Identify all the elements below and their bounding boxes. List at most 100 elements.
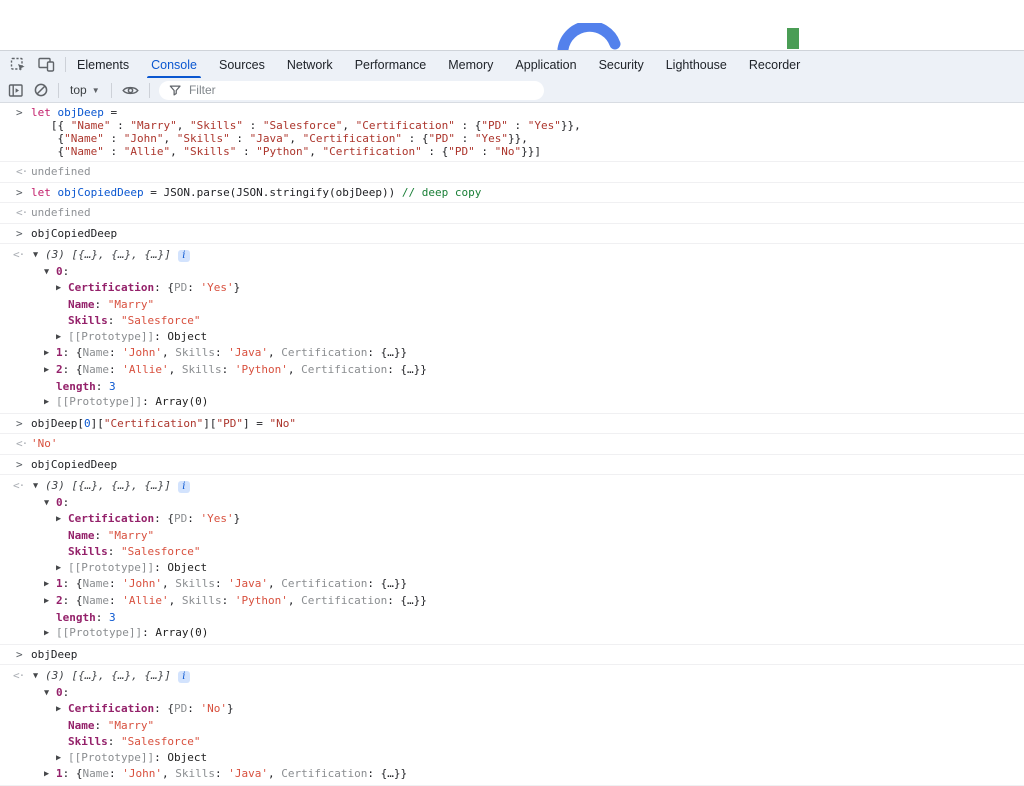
token-istr: "Name" xyxy=(71,119,111,132)
twisty-expanded-icon[interactable]: ▼ xyxy=(33,669,45,685)
token-istr: "Python" xyxy=(256,145,309,158)
twisty-collapsed-icon[interactable]: ▶ xyxy=(44,395,56,411)
token-ostr: 'Java' xyxy=(228,577,268,590)
tab-recorder[interactable]: Recorder xyxy=(738,51,811,78)
console-entry-input: >let objCopiedDeep = JSON.parse(JSON.str… xyxy=(0,183,1024,203)
create-live-expression-icon[interactable] xyxy=(121,83,140,98)
token-pln: [{ xyxy=(31,119,71,132)
token-istr: "No" xyxy=(495,145,522,158)
console-filter[interactable] xyxy=(159,81,544,100)
token-pln: } xyxy=(227,702,234,715)
token-pln: , xyxy=(342,119,355,132)
twisty-collapsed-icon[interactable]: ▶ xyxy=(56,281,68,297)
token-istr: "Certification" xyxy=(322,145,421,158)
info-icon[interactable]: i xyxy=(178,671,190,683)
twisty-collapsed-icon[interactable]: ▶ xyxy=(44,363,56,379)
tab-elements[interactable]: Elements xyxy=(66,51,140,78)
token-pln: : xyxy=(154,561,167,574)
twisty-collapsed-icon[interactable]: ▶ xyxy=(56,512,68,528)
token-pln: : xyxy=(96,611,109,624)
token-ostr: "Salesforce" xyxy=(121,314,200,327)
tab-application[interactable]: Application xyxy=(504,51,587,78)
token-pln: : xyxy=(63,686,76,699)
info-icon[interactable]: i xyxy=(178,250,190,262)
filter-input[interactable] xyxy=(187,82,534,98)
console-command: objCopiedDeep xyxy=(31,227,1024,240)
token-pln: : { xyxy=(63,363,83,376)
token-key: Skills xyxy=(68,314,108,327)
token-ostr: "Marry" xyxy=(108,298,154,311)
token-pln: : xyxy=(215,767,228,780)
code-line: objDeep xyxy=(31,648,1024,661)
clear-console-icon[interactable] xyxy=(33,82,49,98)
object-property-row: Name: "Marry" xyxy=(0,718,1024,734)
token-pln: : xyxy=(109,577,122,590)
token-pln: : xyxy=(111,119,131,132)
code-line: objCopiedDeep xyxy=(31,227,1024,240)
twisty-collapsed-icon[interactable]: ▶ xyxy=(44,346,56,362)
twisty-expanded-icon[interactable]: ▼ xyxy=(44,265,56,281)
tab-memory[interactable]: Memory xyxy=(437,51,504,78)
tab-console[interactable]: Console xyxy=(140,51,208,78)
token-ostr: "Marry" xyxy=(108,529,154,542)
javascript-context-selector[interactable]: top ▼ xyxy=(68,83,102,97)
info-icon[interactable]: i xyxy=(178,481,190,493)
console-command: objDeep[0]["Certification"]["PD"] = "No" xyxy=(31,417,1024,430)
token-kmu: Skills xyxy=(182,594,222,607)
token-ostr: 'No' xyxy=(31,437,58,450)
toggle-device-toolbar-icon[interactable] xyxy=(38,57,55,72)
console-sidebar-toggle-icon[interactable] xyxy=(8,83,24,98)
twisty-collapsed-icon[interactable]: ▶ xyxy=(44,577,56,593)
token-key: 1 xyxy=(56,767,63,780)
token-pln: : xyxy=(108,545,121,558)
twisty-collapsed-icon[interactable]: ▶ xyxy=(44,767,56,783)
token-ostr: 'Yes' xyxy=(200,512,233,525)
inspect-element-icon[interactable] xyxy=(10,57,26,73)
tab-network[interactable]: Network xyxy=(276,51,344,78)
token-ostr: 'No' xyxy=(200,702,227,715)
token-obj: Object xyxy=(167,330,207,343)
token-kw: let xyxy=(31,106,51,119)
object-property-row: ▶[[Prototype]]: Array(0) xyxy=(0,625,1024,642)
token-pln: : xyxy=(109,346,122,359)
token-kmu: Skills xyxy=(175,577,215,590)
twisty-collapsed-icon[interactable]: ▶ xyxy=(56,330,68,346)
twisty-expanded-icon[interactable]: ▼ xyxy=(33,248,45,264)
twisty-expanded-icon[interactable]: ▼ xyxy=(44,686,56,702)
twisty-collapsed-icon[interactable]: ▶ xyxy=(44,594,56,610)
token-pln: : xyxy=(187,702,200,715)
token-istr: "Yes" xyxy=(475,132,508,145)
twisty-collapsed-icon[interactable]: ▶ xyxy=(44,626,56,642)
token-istr: "John" xyxy=(124,132,164,145)
object-property-row: Name: "Marry" xyxy=(0,297,1024,313)
token-pln: : { xyxy=(154,281,174,294)
token-kmu: [[Prototype]] xyxy=(68,561,154,574)
tab-sources[interactable]: Sources xyxy=(208,51,276,78)
token-pln: : xyxy=(187,512,200,525)
tab-lighthouse[interactable]: Lighthouse xyxy=(655,51,738,78)
code-line: let objCopiedDeep = JSON.parse(JSON.stri… xyxy=(31,186,1024,199)
token-obj: Object xyxy=(167,751,207,764)
twisty-expanded-icon[interactable]: ▼ xyxy=(44,496,56,512)
token-pln: , xyxy=(170,145,183,158)
token-istr: "Name" xyxy=(64,145,104,158)
console-command: objCopiedDeep xyxy=(31,458,1024,471)
tab-security[interactable]: Security xyxy=(588,51,655,78)
tab-performance[interactable]: Performance xyxy=(344,51,438,78)
token-pln: , xyxy=(268,577,281,590)
token-pln: : xyxy=(63,265,76,278)
twisty-collapsed-icon[interactable]: ▶ xyxy=(56,751,68,767)
console-result: undefined xyxy=(31,165,1024,179)
token-pln: : xyxy=(63,496,76,509)
twisty-expanded-icon[interactable]: ▼ xyxy=(33,479,45,495)
token-obj: Array(0) xyxy=(155,395,208,408)
chevron-down-icon: ▼ xyxy=(92,86,100,95)
twisty-collapsed-icon[interactable]: ▶ xyxy=(56,561,68,577)
token-pln: }}] xyxy=(521,145,541,158)
token-istr: "PD" xyxy=(428,132,455,145)
token-pln: : xyxy=(154,330,167,343)
twisty-collapsed-icon[interactable]: ▶ xyxy=(56,702,68,718)
console-entry-tree: <·▼(3) [{…}, {…}, {…}]i▼0: ▶Certificatio… xyxy=(0,665,1024,786)
token-key: 0 xyxy=(56,265,63,278)
token-vr: objCopiedDeep xyxy=(58,186,144,199)
